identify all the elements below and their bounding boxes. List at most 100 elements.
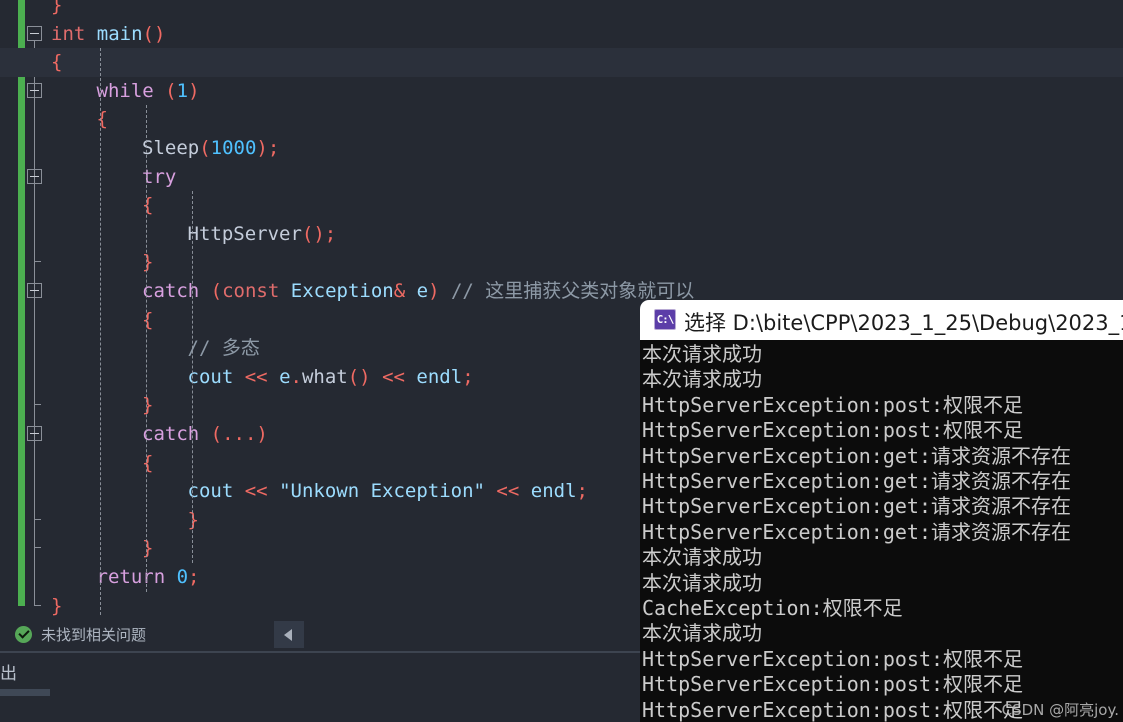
console-output-line: 本次请求成功 <box>642 621 762 646</box>
screen: } int main(){while (1){Sleep(1000); try{Ht… <box>0 0 1123 722</box>
watermark-text: CSDN @阿亮joy. <box>1001 701 1119 719</box>
console-output-line: HttpServerException:post:权限不足 <box>642 672 1024 697</box>
code-line[interactable]: } <box>0 0 1123 20</box>
code-token: << <box>382 365 405 388</box>
code-token: Sleep <box>142 137 200 159</box>
triangle-left-icon <box>284 629 292 641</box>
code-token: ; <box>576 480 588 503</box>
code-token: int <box>51 22 86 45</box>
output-pane-body[interactable] <box>0 697 640 722</box>
code-token: endl <box>416 365 463 388</box>
console-output-line: HttpServerException:post:权限不足 <box>642 697 1024 722</box>
code-token: e <box>279 365 291 388</box>
code-line[interactable]: HttpServer(); <box>0 220 1123 249</box>
console-window-icon: C:\ <box>654 309 676 330</box>
code-token: } <box>142 251 154 274</box>
code-token: . <box>290 365 302 388</box>
code-token: Exception <box>290 280 394 302</box>
console-output-line: 本次请求成功 <box>642 570 762 595</box>
indent-guide <box>146 105 147 592</box>
code-line[interactable]: int main() <box>0 20 1123 49</box>
indent-guide <box>100 48 101 616</box>
console-title-bar[interactable]: C:\ 选择 D:\bite\CPP\2023_1_25\Debug\2023_… <box>640 300 1123 340</box>
code-token: ( <box>165 79 177 102</box>
code-token: ; <box>462 365 474 388</box>
code-token: } <box>51 594 63 616</box>
code-token: 0 <box>176 566 189 588</box>
console-output-line: HttpServerException:post:权限不足 <box>642 392 1024 417</box>
code-token: () <box>347 365 371 388</box>
console-output-line: HttpServerException:post:权限不足 <box>642 418 1024 443</box>
code-token: try <box>142 165 177 188</box>
code-token: ) <box>428 280 440 302</box>
code-line[interactable]: Sleep(1000); <box>0 134 1123 163</box>
console-window[interactable]: C:\ 选择 D:\bite\CPP\2023_1_25\Debug\2023_… <box>640 300 1123 722</box>
collapse-panel-button[interactable] <box>274 621 304 648</box>
error-status-text: 未找到相关问题 <box>41 626 147 644</box>
code-token: // 这里捕获父类对象就可以 <box>450 280 695 302</box>
code-token: { <box>51 51 63 74</box>
code-line[interactable]: while (1) <box>0 77 1123 106</box>
code-token: & <box>393 280 406 302</box>
code-token: 1 <box>176 79 189 102</box>
code-token: ( <box>199 137 211 159</box>
code-token: } <box>187 508 199 531</box>
code-token: { <box>96 108 108 131</box>
code-token: while <box>96 79 154 102</box>
console-output-line: 本次请求成功 <box>642 367 762 392</box>
code-line[interactable]: { <box>0 48 1123 77</box>
code-line[interactable]: { <box>0 105 1123 134</box>
code-token: << <box>244 480 268 503</box>
tab-output[interactable]: 出 <box>0 659 17 684</box>
code-token: << <box>244 365 268 388</box>
code-token: // 多态 <box>187 337 260 360</box>
code-token: return <box>96 566 166 588</box>
code-token: << <box>496 480 520 503</box>
indent-guide <box>192 191 193 563</box>
code-token: const <box>222 280 280 302</box>
code-token: (); <box>301 222 337 245</box>
code-token: what <box>301 365 348 388</box>
console-output-line: HttpServerException:get:请求资源不存在 <box>642 519 1071 544</box>
check-circle-icon <box>15 626 32 643</box>
console-title-text: 选择 D:\bite\CPP\2023_1_25\Debug\2023_1_25… <box>684 311 1123 335</box>
code-token: catch <box>142 280 200 302</box>
code-token: endl <box>530 480 577 503</box>
console-output-line: HttpServerException:get:请求资源不存在 <box>642 494 1071 519</box>
code-token: main <box>96 22 143 45</box>
code-token: e <box>416 280 429 302</box>
code-line[interactable]: try <box>0 163 1123 192</box>
code-token: "Unkown Exception" <box>279 480 485 503</box>
code-line[interactable]: } <box>0 248 1123 277</box>
code-line[interactable]: { <box>0 191 1123 220</box>
console-output-line: CacheException:权限不足 <box>642 596 903 620</box>
code-token: ); <box>256 137 280 159</box>
code-token: cout <box>187 365 234 388</box>
code-token: catch <box>142 423 200 445</box>
code-token: { <box>142 194 154 217</box>
code-token: { <box>142 308 154 331</box>
code-token: } <box>51 0 63 16</box>
code-token: 1000 <box>210 137 257 159</box>
console-output-area[interactable]: HttpServerException:post:权限不足 HttpServerE… <box>640 340 1123 722</box>
code-token: } <box>142 394 154 417</box>
console-output-line: 本次请求成功 <box>642 545 762 570</box>
code-token: ) <box>188 79 200 102</box>
console-output-line: HttpServerException:post:权限不足 <box>642 646 1024 671</box>
